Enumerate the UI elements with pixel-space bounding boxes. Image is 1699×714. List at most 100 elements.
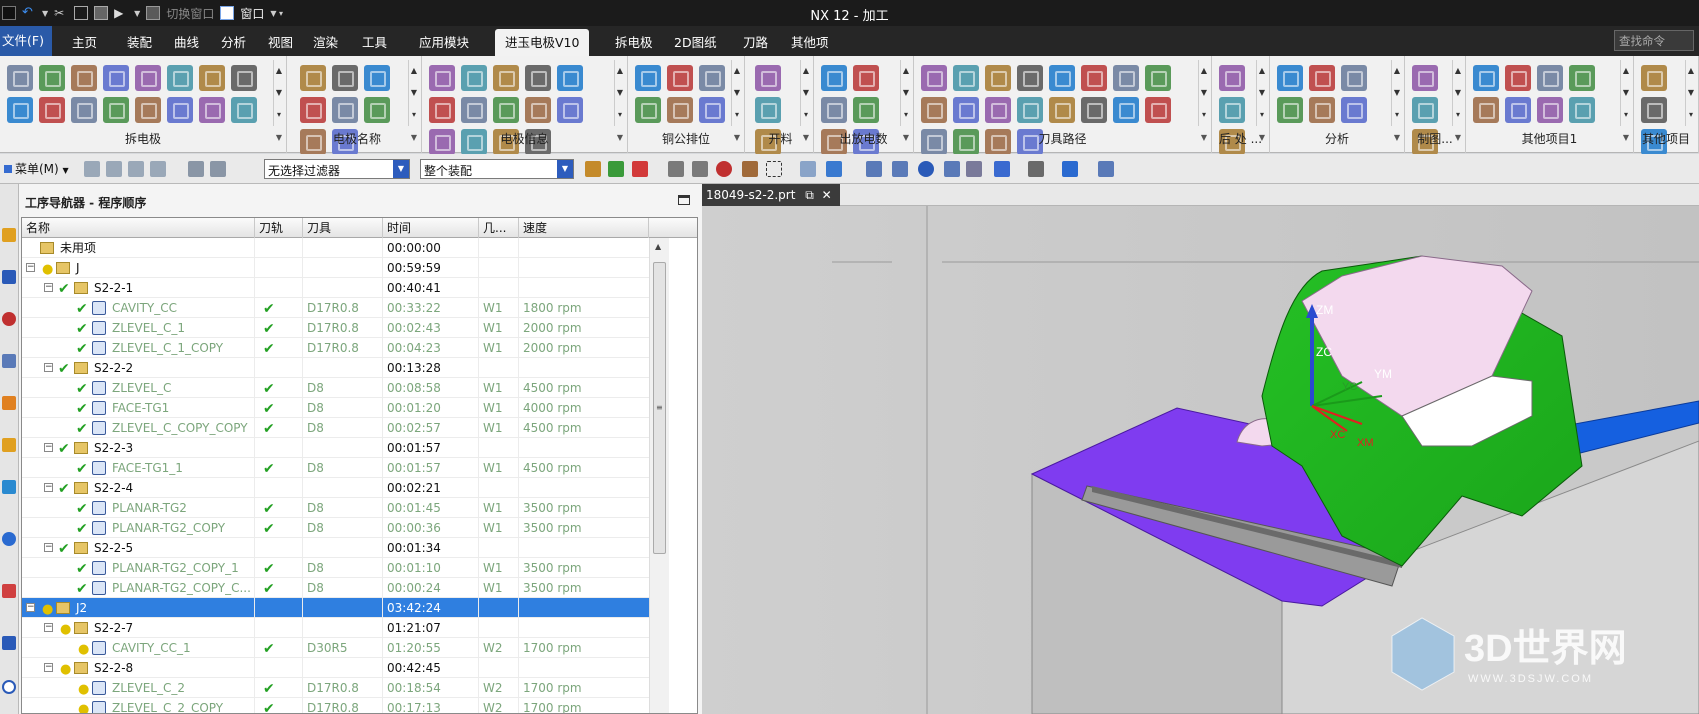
table-row[interactable]: ✔ CAVITY_CC ✔ D17R0.8 00:33:22 W1 1800 rpm [22,298,649,318]
scroll-down-icon[interactable]: ▼ [901,82,911,104]
ribbon-command-icon[interactable] [921,97,947,123]
ribbon-command-icon[interactable] [1081,97,1107,123]
expand-icon[interactable]: ▾ [801,104,811,126]
menu-button[interactable]: 菜单(M) ▼ [0,160,73,178]
render-style-icon[interactable] [1028,161,1044,177]
ribbon-command-icon[interactable] [429,65,455,91]
ribbon-command-icon[interactable] [821,97,847,123]
tool-navigator-icon[interactable] [2,480,16,494]
ribbon-command-icon[interactable] [1081,65,1107,91]
scroll-up-icon[interactable]: ▲ [1199,60,1209,82]
menu-tab[interactable]: 2D图纸 [664,29,727,56]
ribbon-gallery-scroll[interactable]: ▲ ▼ ▾ [1256,60,1267,126]
ribbon-command-icon[interactable] [821,65,847,91]
ribbon-command-icon[interactable] [71,65,97,91]
table-row[interactable]: − ● J 00:59:59 [22,258,649,278]
ribbon-command-icon[interactable] [135,97,161,123]
layer-icon[interactable] [966,161,982,177]
scroll-down-icon[interactable]: ▼ [409,82,419,104]
column-header[interactable]: 几... [479,218,519,238]
ribbon-command-icon[interactable] [364,65,390,91]
group-dropdown-icon[interactable]: ▼ [903,133,909,142]
menu-tab[interactable]: 渲染 [303,29,348,56]
expand-icon[interactable]: ▾ [901,104,911,126]
collapse-icon[interactable]: − [44,543,53,552]
column-header[interactable]: 刀具 [303,218,383,238]
ribbon-command-icon[interactable] [7,65,33,91]
menu-tab[interactable]: 刀路 [733,29,778,56]
scroll-up-icon[interactable]: ▲ [1621,60,1631,82]
collapse-icon[interactable]: − [44,363,53,372]
ribbon-command-icon[interactable] [1505,97,1531,123]
table-row[interactable]: 未用项 00:00:00 [22,238,649,258]
ribbon-command-icon[interactable] [1049,65,1075,91]
ribbon-command-icon[interactable] [1641,97,1667,123]
ribbon-gallery-scroll[interactable]: ▲ ▼ ▾ [1452,60,1463,126]
select-feature-icon[interactable] [632,161,648,177]
ribbon-command-icon[interactable] [39,97,65,123]
constraint-icon[interactable] [128,161,144,177]
scroll-down-icon[interactable]: ▼ [1392,82,1402,104]
ribbon-command-icon[interactable] [557,97,583,123]
shaded-icon[interactable] [800,161,816,177]
ribbon-command-icon[interactable] [493,97,519,123]
rotate-icon[interactable] [918,161,934,177]
scroll-up-icon[interactable]: ▲ [732,60,742,82]
table-row[interactable]: ✔ ZLEVEL_C_1_COPY ✔ D17R0.8 00:04:23 W1 2000 r… [22,338,649,358]
fit-view-icon[interactable] [866,161,882,177]
group-dropdown-icon[interactable]: ▼ [411,133,417,142]
vertical-scrollbar[interactable]: ▲ ≡ [649,238,669,713]
wave-icon[interactable] [210,161,226,177]
web-browser-icon[interactable] [2,532,16,546]
ribbon-command-icon[interactable] [103,65,129,91]
table-row[interactable]: − ✔ S2-2-5 00:01:34 [22,538,649,558]
scroll-down-icon[interactable]: ▼ [1686,82,1696,104]
menu-tab[interactable]: 应用模块 [409,29,479,56]
selection-scope-select[interactable]: 整个装配 ▼ [420,159,574,179]
pan-icon[interactable] [944,161,960,177]
expand-icon[interactable]: ▾ [615,104,625,126]
curve-icon[interactable] [692,161,708,177]
scroll-down-icon[interactable]: ▼ [1199,82,1209,104]
file-menu[interactable]: 文件(F) [0,26,52,56]
ribbon-command-icon[interactable] [1277,65,1303,91]
cube-icon[interactable] [826,161,842,177]
ribbon-command-icon[interactable] [1341,97,1367,123]
ribbon-command-icon[interactable] [1049,97,1075,123]
ribbon-command-icon[interactable] [300,65,326,91]
collapse-icon[interactable]: − [26,263,35,272]
ribbon-command-icon[interactable] [7,97,33,123]
scroll-up-icon[interactable]: ▲ [409,60,419,82]
ribbon-command-icon[interactable] [1113,65,1139,91]
document-tab[interactable]: 18049-s2-2.prt ⧉ ✕ [702,184,840,206]
group-dropdown-icon[interactable]: ▼ [276,133,282,142]
ribbon-command-icon[interactable] [39,65,65,91]
table-row[interactable]: ✔ PLANAR-TG2 ✔ D8 00:01:45 W1 3500 rpm [22,498,649,518]
tab-float-icon[interactable]: ⧉ [805,188,814,202]
ribbon-command-icon[interactable] [1537,65,1563,91]
table-row[interactable]: − ✔ S2-2-1 00:40:41 [22,278,649,298]
group-dropdown-icon[interactable]: ▼ [1259,133,1265,142]
table-row[interactable]: ● CAVITY_CC_1 ✔ D30R5 01:20:55 W2 1700 rpm [22,638,649,658]
ribbon-command-icon[interactable] [699,97,725,123]
collapse-icon[interactable]: − [44,283,53,292]
maximize-icon[interactable] [678,195,690,205]
ribbon-gallery-scroll[interactable]: ▲ ▼ ▾ [800,60,811,126]
scroll-down-icon[interactable]: ▼ [1257,82,1267,104]
expand-icon[interactable]: ▾ [1257,104,1267,126]
table-row[interactable]: ✔ FACE-TG1_1 ✔ D8 00:01:57 W1 4500 rpm [22,458,649,478]
ribbon-command-icon[interactable] [332,97,358,123]
arrange-icon[interactable] [150,161,166,177]
ribbon-command-icon[interactable] [167,97,193,123]
menu-tab[interactable]: 主页 [62,29,107,56]
view-layout-icon[interactable] [994,161,1010,177]
scroll-down-icon[interactable]: ▼ [801,82,811,104]
collapse-icon[interactable]: − [44,663,53,672]
group-dropdown-icon[interactable]: ▼ [617,133,623,142]
constraint-navigator-icon[interactable] [2,312,16,326]
ribbon-command-icon[interactable] [199,97,225,123]
model-scene[interactable]: ZM ZC YC YM XC XM 3D世界网 WWW.3DSJW.COM [702,206,1699,714]
group-dropdown-icon[interactable]: ▼ [1394,133,1400,142]
ribbon-command-icon[interactable] [167,65,193,91]
expand-icon[interactable]: ▾ [274,104,284,126]
